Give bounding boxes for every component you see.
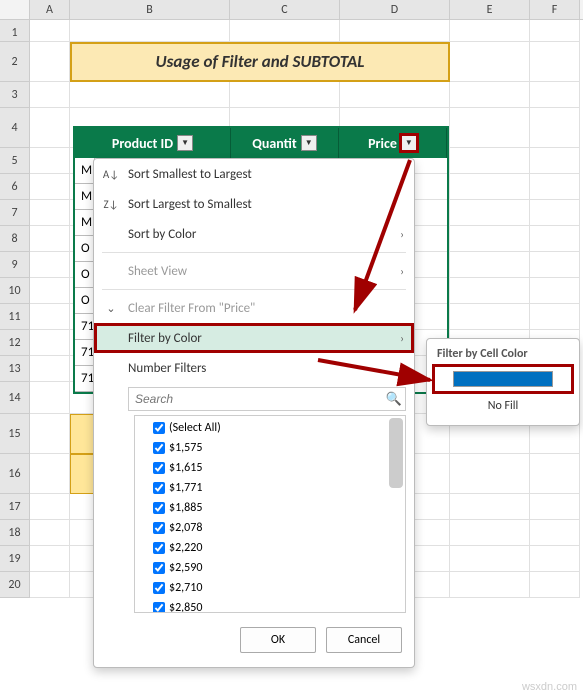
sort-ascending[interactable]: A↓ Sort Smallest to Largest: [94, 159, 414, 189]
menu-label: Sheet View: [128, 264, 187, 279]
row-header-19[interactable]: 19: [0, 546, 30, 572]
row-header-8[interactable]: 8: [0, 226, 30, 252]
title-cell[interactable]: Usage of Filter and SUBTOTAL: [70, 42, 450, 82]
search-input[interactable]: [129, 392, 383, 406]
col-header-B[interactable]: B: [70, 0, 230, 19]
col-header-C[interactable]: C: [230, 0, 340, 19]
filter-dropdown: A↓ Sort Smallest to Largest Z↓ Sort Larg…: [93, 158, 415, 668]
row-header-11[interactable]: 11: [0, 304, 30, 330]
watermark: wsxdn.com: [522, 681, 577, 693]
check-item[interactable]: $2,710: [139, 578, 401, 598]
menu-label: Number Filters: [128, 361, 206, 376]
check-item[interactable]: $2,850: [139, 598, 401, 613]
sort-desc-icon: Z↓: [102, 195, 120, 213]
sort-by-color[interactable]: Sort by Color ›: [94, 219, 414, 249]
menu-separator: [102, 289, 406, 290]
filter-by-color[interactable]: Filter by Color ›: [94, 323, 414, 353]
row-header-10[interactable]: 10: [0, 278, 30, 304]
table-row-left[interactable]: M: [75, 210, 95, 236]
row-header-17[interactable]: 17: [0, 494, 30, 520]
row-header-6[interactable]: 6: [0, 174, 30, 200]
row-header-3[interactable]: 3: [0, 82, 30, 108]
header-product-id: Product ID ▼: [75, 128, 231, 158]
filter-button-product[interactable]: ▼: [177, 135, 193, 151]
no-fill-option[interactable]: No Fill: [435, 391, 571, 415]
col-header-E[interactable]: E: [450, 0, 530, 19]
table-row-left[interactable]: 71: [75, 314, 95, 340]
header-quantity: Quantit ▼: [231, 128, 339, 158]
chevron-right-icon: ›: [400, 362, 404, 375]
check-item[interactable]: $2,590: [139, 558, 401, 578]
submenu-title: Filter by Cell Color: [435, 345, 571, 367]
row-header-1[interactable]: 1: [0, 20, 30, 42]
check-item[interactable]: $1,615: [139, 458, 401, 478]
row-header-13[interactable]: 13: [0, 356, 30, 382]
col-header-D[interactable]: D: [340, 0, 450, 19]
chevron-right-icon: ›: [400, 228, 404, 241]
cancel-button[interactable]: Cancel: [326, 627, 402, 653]
row-header-14[interactable]: 14: [0, 382, 30, 414]
menu-separator: [102, 252, 406, 253]
row-header-12[interactable]: 12: [0, 330, 30, 356]
table-row-left[interactable]: O: [75, 288, 95, 314]
ok-button[interactable]: OK: [240, 627, 316, 653]
clear-filter-icon: ⌄: [102, 299, 120, 317]
row-header-15[interactable]: 15: [0, 414, 30, 454]
filter-checklist[interactable]: (Select All) $1,575 $1,615 $1,771 $1,885…: [134, 415, 406, 613]
row-header-5[interactable]: 5: [0, 148, 30, 174]
header-price: Price ▼: [339, 128, 447, 158]
col-header-A[interactable]: A: [30, 0, 70, 19]
menu-label: Filter by Color: [128, 331, 202, 346]
scrollbar-thumb[interactable]: [389, 418, 403, 488]
row-header-18[interactable]: 18: [0, 520, 30, 546]
filter-button-price[interactable]: ▼: [401, 135, 417, 151]
check-item[interactable]: $2,220: [139, 538, 401, 558]
blue-swatch: [453, 371, 553, 387]
search-box: 🔍: [128, 387, 406, 411]
sort-asc-icon: A↓: [102, 165, 120, 183]
check-item[interactable]: $2,078: [139, 518, 401, 538]
header-label: Price: [368, 135, 397, 152]
sheet-view: Sheet View ›: [94, 256, 414, 286]
menu-label: Sort Largest to Smallest: [128, 197, 252, 212]
chevron-right-icon: ›: [400, 332, 404, 345]
clear-filter: ⌄ Clear Filter From "Price": [94, 293, 414, 323]
menu-label: Clear Filter From "Price": [128, 301, 255, 316]
table-row-left[interactable]: M: [75, 158, 95, 184]
color-swatch-blue[interactable]: [435, 367, 571, 391]
row-header-4[interactable]: 4: [0, 108, 30, 148]
table-row-left[interactable]: M: [75, 184, 95, 210]
header-label: Quantit: [252, 135, 296, 152]
table-row-left[interactable]: 71: [75, 340, 95, 366]
table-row-left[interactable]: O: [75, 236, 95, 262]
column-headers: A B C D E F: [0, 0, 583, 20]
check-item[interactable]: $1,575: [139, 438, 401, 458]
row-header-7[interactable]: 7: [0, 200, 30, 226]
row-header-16[interactable]: 16: [0, 454, 30, 494]
search-icon: 🔍: [383, 392, 405, 407]
chevron-right-icon: ›: [400, 265, 404, 278]
table-row-left[interactable]: O: [75, 262, 95, 288]
filter-by-color-submenu: Filter by Cell Color No Fill: [426, 338, 580, 426]
row-header-2[interactable]: 2: [0, 42, 30, 82]
row-header-20[interactable]: 20: [0, 572, 30, 598]
header-label: Product ID: [112, 135, 173, 152]
row-header-9[interactable]: 9: [0, 252, 30, 278]
col-header-F[interactable]: F: [530, 0, 580, 19]
menu-label: Sort by Color: [128, 227, 196, 242]
filter-button-quantity[interactable]: ▼: [301, 135, 317, 151]
select-all-corner[interactable]: [0, 0, 30, 19]
check-select-all[interactable]: (Select All): [139, 418, 401, 438]
menu-label: Sort Smallest to Largest: [128, 167, 252, 182]
table-row-left[interactable]: 71: [75, 366, 95, 392]
number-filters[interactable]: Number Filters ›: [94, 353, 414, 383]
sort-descending[interactable]: Z↓ Sort Largest to Smallest: [94, 189, 414, 219]
check-item[interactable]: $1,771: [139, 478, 401, 498]
check-item[interactable]: $1,885: [139, 498, 401, 518]
